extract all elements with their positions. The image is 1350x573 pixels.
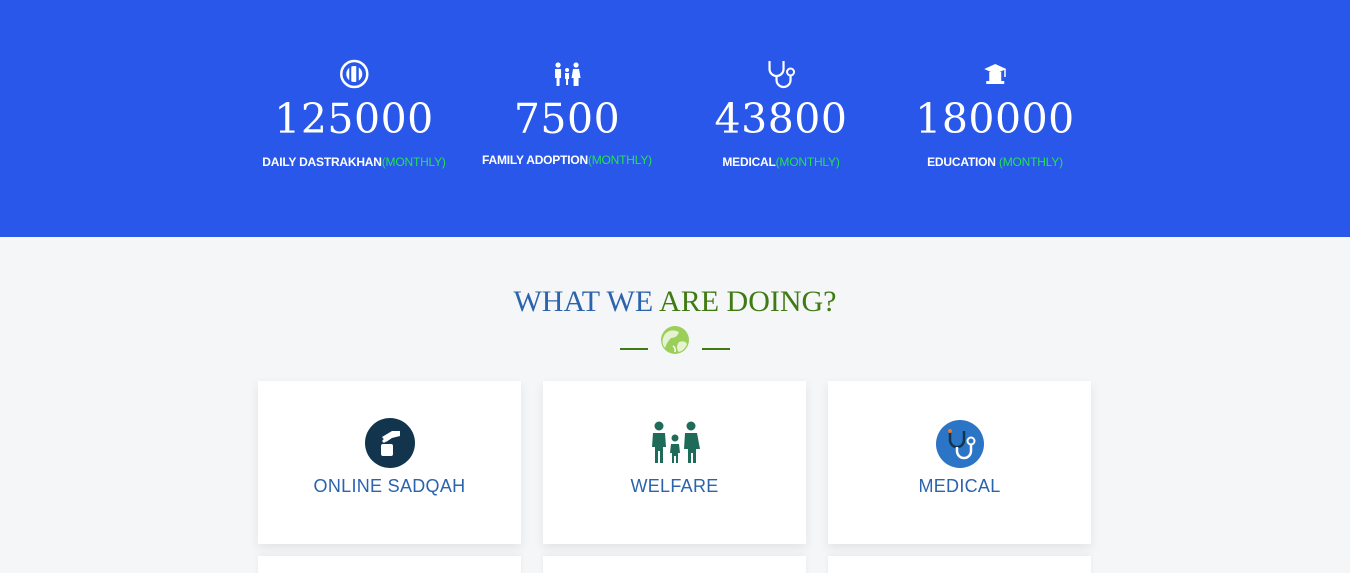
stats-band: 125000 DAILY DASTRAKHAN(MONTHLY) 7500 FA… <box>0 0 1350 237</box>
family-icon <box>648 421 702 470</box>
stat-value: 180000 <box>915 95 1075 143</box>
card-label: MEDICAL <box>918 476 1001 496</box>
stat-value: 125000 <box>274 95 434 143</box>
stat-label: DAILY DASTRAKHAN(MONTHLY) <box>262 155 446 169</box>
card-welfare[interactable]: WELFARE <box>543 381 806 544</box>
card-row2-3[interactable] <box>828 556 1091 573</box>
card-label: ONLINE SADQAH <box>313 476 466 496</box>
stat-label: EDUCATION (MONTHLY) <box>927 155 1063 169</box>
stat-label: MEDICAL(MONTHLY) <box>722 155 840 169</box>
stat-value: 43800 <box>714 95 848 143</box>
card-medical[interactable]: MEDICAL <box>828 381 1091 544</box>
globe-icon <box>659 324 691 361</box>
stat-daily-dastrakhan: 125000 DAILY DASTRAKHAN(MONTHLY) <box>262 58 446 169</box>
divider-line <box>702 348 730 350</box>
stat-value: 7500 <box>513 95 621 143</box>
family-icon <box>482 58 652 90</box>
stat-medical: 43800 MEDICAL(MONTHLY) <box>715 58 848 169</box>
card-row2-2[interactable] <box>543 556 806 573</box>
stat-family-adoption: 7500 FAMILY ADOPTION(MONTHLY) <box>482 58 652 167</box>
section-divider <box>620 324 730 361</box>
stethoscope-icon <box>935 419 985 474</box>
card-label: WELFARE <box>630 476 719 496</box>
card-row2-1[interactable] <box>258 556 521 573</box>
sadqah-hand-icon <box>364 417 416 474</box>
stat-label: FAMILY ADOPTION(MONTHLY) <box>482 153 652 167</box>
plate-cutlery-icon <box>262 58 445 90</box>
graduation-cap-icon <box>915 58 1075 90</box>
stethoscope-icon <box>715 58 848 90</box>
divider-line <box>620 348 648 350</box>
section-title: WHAT WE ARE DOING? <box>513 285 837 318</box>
card-online-sadqah[interactable]: ONLINE SADQAH <box>258 381 521 544</box>
stat-education: 180000 EDUCATION (MONTHLY) <box>915 58 1075 169</box>
